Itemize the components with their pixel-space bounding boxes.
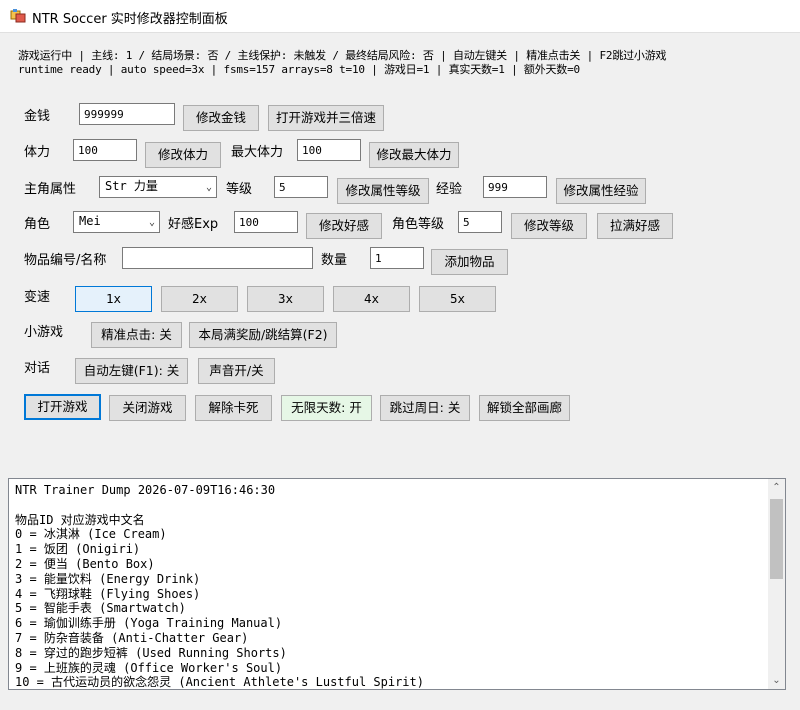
speed-4x-button[interactable]: 4x	[333, 286, 410, 312]
set-max-stamina-button[interactable]: 修改最大体力	[369, 142, 459, 168]
bottom-edge	[0, 690, 800, 710]
chevron-down-icon: ⌄	[148, 217, 155, 228]
scroll-thumb[interactable]	[770, 499, 783, 579]
minigame-label: 小游戏	[24, 325, 64, 340]
log-line: 9 = 上班族的灵魂 (Office Worker's Soul)	[15, 660, 283, 675]
log-line: 10 = 古代运动员的欲念怨灵 (Ancient Athlete's Lustf…	[15, 675, 424, 690]
log-scrollbar[interactable]: ⌃ ⌄	[768, 479, 785, 689]
log-output[interactable]: NTR Trainer Dump 2026-07-09T16:46:30 物品I…	[8, 478, 786, 690]
stamina-label: 体力	[24, 145, 51, 160]
log-line: 8 = 穿过的跑步短裤 (Used Running Shorts)	[15, 645, 287, 660]
quantity-label: 数量	[321, 253, 348, 268]
add-item-button[interactable]: 添加物品	[431, 249, 508, 275]
speed-2x-button[interactable]: 2x	[161, 286, 238, 312]
attribute-label: 主角属性	[24, 182, 77, 197]
log-line: 7 = 防杂音装备 (Anti-Chatter Gear)	[15, 630, 249, 645]
character-select[interactable]: Mei ⌄	[73, 211, 160, 233]
character-level-input[interactable]	[458, 211, 502, 233]
full-reward-skip-button[interactable]: 本局满奖励/跳结算(F2)	[189, 322, 337, 348]
money-label: 金钱	[24, 109, 51, 124]
set-affection-button[interactable]: 修改好感	[306, 213, 382, 239]
auto-left-click-toggle-button[interactable]: 自动左键(F1): 关	[75, 358, 188, 384]
close-game-button[interactable]: 关闭游戏	[109, 395, 186, 421]
max-stamina-label: 最大体力	[231, 145, 284, 160]
set-character-level-button[interactable]: 修改等级	[511, 213, 587, 239]
chevron-down-icon: ⌄	[205, 182, 212, 193]
attribute-exp-label: 经验	[436, 182, 463, 197]
scroll-up-icon[interactable]: ⌃	[768, 479, 785, 496]
money-input[interactable]	[79, 103, 175, 125]
speed-4x-label: 4x	[363, 291, 380, 306]
speed-label: 变速	[24, 290, 51, 305]
speed-5x-button[interactable]: 5x	[419, 286, 496, 312]
log-line: 5 = 智能手表 (Smartwatch)	[15, 601, 186, 616]
log-line: 2 = 便当 (Bento Box)	[15, 556, 155, 571]
affection-label: 好感Exp	[168, 217, 219, 232]
speed-3x-label: 3x	[277, 291, 294, 306]
attribute-select[interactable]: Str 力量 ⌄	[99, 176, 217, 198]
stamina-input[interactable]	[73, 139, 137, 161]
unstuck-button[interactable]: 解除卡死	[195, 395, 272, 421]
set-stamina-button[interactable]: 修改体力	[145, 142, 221, 168]
window-title: NTR Soccer 实时修改器控制面板	[32, 12, 228, 27]
title-bar: NTR Soccer 实时修改器控制面板	[0, 0, 800, 33]
set-money-button[interactable]: 修改金钱	[183, 105, 259, 131]
infinite-days-toggle-button[interactable]: 无限天数: 开	[281, 395, 372, 421]
log-line: NTR Trainer Dump 2026-07-09T16:46:30	[15, 483, 276, 497]
scroll-down-icon[interactable]: ⌄	[768, 672, 785, 689]
character-label: 角色	[24, 217, 51, 232]
speed-3x-button[interactable]: 3x	[247, 286, 324, 312]
skip-sunday-toggle-button[interactable]: 跳过周日: 关	[380, 395, 470, 421]
log-line: 物品ID 对应游戏中文名	[15, 512, 145, 527]
log-line: 6 = 瑜伽训练手册 (Yoga Training Manual)	[15, 616, 283, 631]
open-game-button[interactable]: 打开游戏	[24, 394, 101, 420]
attribute-select-value: Str 力量	[105, 179, 158, 193]
speed-5x-label: 5x	[449, 291, 466, 306]
attribute-level-input[interactable]	[274, 176, 328, 198]
speed-1x-label: 1x	[105, 291, 122, 306]
log-line: 1 = 饭团 (Onigiri)	[15, 542, 141, 557]
set-attribute-level-button[interactable]: 修改属性等级	[337, 178, 429, 204]
affection-input[interactable]	[234, 211, 298, 233]
character-level-label: 角色等级	[392, 217, 445, 232]
max-affection-button[interactable]: 拉满好感	[597, 213, 673, 239]
log-line: 4 = 飞翔球鞋 (Flying Shoes)	[15, 586, 201, 601]
quantity-input[interactable]	[370, 247, 424, 269]
item-label: 物品编号/名称	[24, 253, 107, 268]
unlock-gallery-button[interactable]: 解锁全部画廊	[479, 395, 570, 421]
attribute-exp-input[interactable]	[483, 176, 547, 198]
status-line-2: runtime ready | auto speed=3x | fsms=157…	[18, 63, 580, 76]
set-attribute-exp-button[interactable]: 修改属性经验	[556, 178, 646, 204]
attribute-level-label: 等级	[226, 182, 253, 197]
precise-click-toggle-button[interactable]: 精准点击: 关	[91, 322, 182, 348]
speed-1x-button[interactable]: 1x	[75, 286, 152, 312]
app-window-icon	[10, 9, 26, 23]
item-input[interactable]	[122, 247, 313, 269]
speed-2x-label: 2x	[191, 291, 208, 306]
log-line: 0 = 冰淇淋 (Ice Cream)	[15, 527, 167, 542]
character-select-value: Mei	[79, 214, 101, 228]
sound-toggle-button[interactable]: 声音开/关	[198, 358, 275, 384]
log-line: 3 = 能量饮料 (Energy Drink)	[15, 571, 201, 586]
log-lines: NTR Trainer Dump 2026-07-09T16:46:30 物品I…	[15, 483, 763, 690]
open-game-triple-speed-button[interactable]: 打开游戏并三倍速	[268, 105, 384, 131]
dialog-label: 对话	[24, 361, 51, 376]
max-stamina-input[interactable]	[297, 139, 361, 161]
